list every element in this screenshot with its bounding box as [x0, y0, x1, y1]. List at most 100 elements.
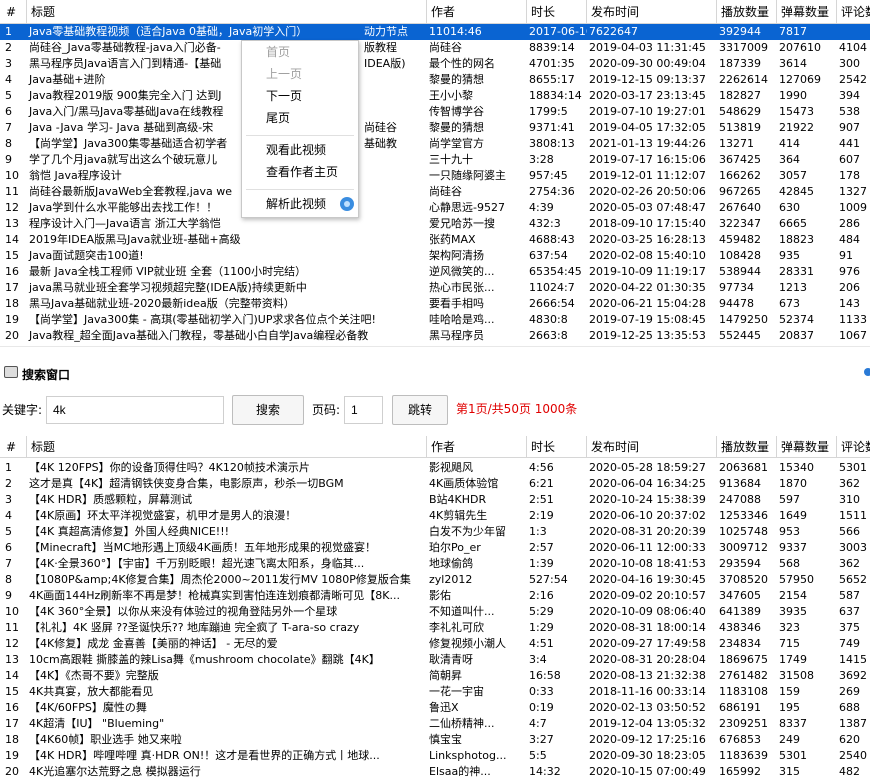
row-duration: 957:45: [529, 169, 568, 182]
row-title: 【4K 360°全景】以你从来没有体验过的视角登陆另外一个星球: [29, 605, 338, 618]
row-duration: 4688:43: [529, 233, 575, 246]
row-danmaku: 8337: [779, 717, 807, 730]
table-row[interactable]: 13 程序设计入门—Java语言 浙江大学翁恺 爱兄哈苏一搜 432:3 2018-09…: [0, 216, 870, 232]
table-row[interactable]: IDEA版) 3 黑马程序员Java语言入门到精通-【基础 最个性的网名 4701:35…: [0, 56, 870, 72]
row-comments: 310: [839, 493, 860, 506]
row-publish-time: 2020-05-28 18:59:27: [589, 461, 706, 474]
row-danmaku: 42845: [779, 185, 814, 198]
table-row[interactable]: 12 Java学到什么水平能够出去找工作！！ 心静思远-9527 4:39 2020-0…: [0, 200, 870, 216]
table-row[interactable]: 8 【1080P&amp;4K修复合集】周杰伦2000~2011发行MV 1080…: [0, 572, 870, 588]
menu-next-page[interactable]: 下一页: [266, 87, 302, 105]
table-row[interactable]: 18 黑马Java基础就业班-2020最新idea版（完整带资料） 要看手相吗 266…: [0, 296, 870, 312]
row-danmaku: 6665: [779, 217, 807, 230]
col-title[interactable]: 标题: [27, 436, 427, 458]
table-row[interactable]: 15 Java面试题突击100道! 架构阿清扬 637:54 2020-02-08 15…: [0, 248, 870, 264]
jump-button[interactable]: 跳转: [392, 395, 448, 425]
col-author[interactable]: 作者: [427, 436, 527, 458]
row-author: 影佑: [429, 589, 451, 602]
table-row[interactable]: 6 【Minecraft】当MC地形遇上顶级4K画质！五年地形成果的视觉盛宴！ 珀尔…: [0, 540, 870, 556]
col-title[interactable]: 标题: [27, 0, 427, 24]
col-comments[interactable]: 评论数: [837, 436, 870, 458]
table-row[interactable]: 15 4K共真宴，放大都能看见 一花一宇宙 0:33 2018-11-16 00:33:…: [0, 684, 870, 700]
table-row[interactable]: 19 【尚学堂】Java300集 - 高琪(零基础初学入门)UP求求各位点个关注吧…: [0, 312, 870, 328]
table-row[interactable]: 7 【4K·全景360°】【宇宙】千万别眨眼！超光速飞离太阳系，身临其... 地球偷…: [0, 556, 870, 572]
search-button[interactable]: 搜索: [232, 395, 304, 425]
col-plays[interactable]: 播放数量: [717, 0, 777, 24]
table-row[interactable]: 11 尚硅谷最新版JavaWeb全套教程,java we 尚硅谷 2754:36 202…: [0, 184, 870, 200]
menu-first-page[interactable]: 首页: [266, 43, 290, 61]
table-row[interactable]: 6 Java入门/黑马Java零基础Java在线教程 传智博学谷 1799:5 2019…: [0, 104, 870, 120]
row-author: 王小小黎: [429, 89, 473, 102]
row-author: 慎宝宝: [429, 733, 462, 746]
row-index: 17: [5, 717, 19, 730]
table-row[interactable]: 17 java黑马就业班全套学习视频超完整(IDEA版)持续更新中 热心市民张...…: [0, 280, 870, 296]
table-row[interactable]: 19 【4K HDR】哔哩哔哩 真·HDR ON!！这才是看世界的正确方式丨地球.…: [0, 748, 870, 764]
table-row[interactable]: 18 【4K60帧】职业选手 她又来啦 慎宝宝 3:27 2020-09-12 17:2…: [0, 732, 870, 748]
table-row[interactable]: 动力节点 1 Java零基础教程视频（适合Java 0基础，Java初学入门） 110…: [0, 24, 870, 40]
row-plays: 182827: [719, 89, 761, 102]
row-author: 影视飓风: [429, 461, 473, 474]
table-row[interactable]: 14 2019年IDEA版黑马Java就业班-基础+高级 张药MAX 4688:43 2…: [0, 232, 870, 248]
row-plays: 165992: [719, 765, 761, 778]
menu-parse-video[interactable]: 解析此视频: [266, 195, 326, 213]
row-danmaku: 7817: [779, 25, 807, 38]
row-danmaku: 3935: [779, 605, 807, 618]
menu-watch-video[interactable]: 观看此视频: [266, 141, 326, 159]
table-row[interactable]: 17 4K超清【IU】 "Blueming" 二仙桥精神... 4:7 2019-12-…: [0, 716, 870, 732]
row-danmaku: 935: [779, 249, 800, 262]
table-row[interactable]: 基础教 8 【尚学堂】Java300集零基础适合初学者 尚学堂官方 3808:13 202…: [0, 136, 870, 152]
table-row[interactable]: 20 Java教程_超全面Java基础入门教程，零基础小白自学Java编程必备教 黑…: [0, 328, 870, 344]
table-row[interactable]: 10 【4K 360°全景】以你从来没有体验过的视角登陆另外一个星球 不知道叫什..…: [0, 604, 870, 620]
table-row[interactable]: 版教程 2 尚硅谷_Java零基础教程-java入门必备- 尚硅谷 8839:14 201…: [0, 40, 870, 56]
row-duration: 637:54: [529, 249, 568, 262]
row-title: Java教程_超全面Java基础入门教程，零基础小白自学Java编程必备教: [29, 329, 369, 342]
table-row[interactable]: 11 【礼礼】4K 竖屏 ??圣诞快乐?? 地库蹦迪 完全疯了 T-ara-so …: [0, 620, 870, 636]
row-index: 11: [5, 185, 19, 198]
menu-prev-page[interactable]: 上一页: [266, 65, 302, 83]
table-row[interactable]: 4 【4K原画】环太平洋视觉盛宴，机甲才是男人的浪漫！ 4K剪辑先生 2:19 2020…: [0, 508, 870, 524]
table-row[interactable]: 13 10cm高跟鞋 撕膝盖的辣Lisa舞《mushroom chocolate》…: [0, 652, 870, 668]
col-plays[interactable]: 播放数量: [717, 436, 777, 458]
row-index: 7: [5, 121, 12, 134]
row-index: 19: [5, 313, 19, 326]
table-row[interactable]: 2 这才是真【4K】超清钢铁侠变身合集，电影原声，秒杀一切BGM 4K画质体验馆 6:…: [0, 476, 870, 492]
table-row[interactable]: 3 【4K HDR】质感颗粒，屏幕测试 B站4KHDR 2:51 2020-10-24 …: [0, 492, 870, 508]
row-author: Elsaa的神...: [429, 765, 491, 778]
table-row[interactable]: 16 【4K/60FPS】魔性の舞 鲁迅X 0:19 2020-02-13 03:50:…: [0, 700, 870, 716]
menu-last-page[interactable]: 尾页: [266, 109, 290, 127]
col-index[interactable]: #: [0, 436, 27, 458]
row-author: 李礼礼可欣: [429, 621, 484, 634]
row-author: 简朝昇: [429, 669, 462, 682]
table-row[interactable]: 12 【4K修复】成龙 金喜善【美丽的神话】 - 无尽的爱 修复视频小潮人 4:51 2…: [0, 636, 870, 652]
row-comments: 907: [839, 121, 860, 134]
table-row[interactable]: 尚硅谷 7 Java -Java 学习- Java 基础到高级-宋 黎曼的猜想 9371…: [0, 120, 870, 136]
table-row[interactable]: 5 【4K 真超高清修复】外国人经典NICE!!! 白发不为少年留 1:3 2020-0…: [0, 524, 870, 540]
col-publish-time[interactable]: 发布时间: [587, 0, 717, 24]
row-duration: 16:58: [529, 669, 561, 682]
col-comments[interactable]: 评论数: [837, 0, 870, 24]
table-row[interactable]: 10 翁恺 Java程序设计 一只随缘阿婆主 957:45 2019-12-01 11:…: [0, 168, 870, 184]
col-index[interactable]: #: [0, 0, 27, 24]
table-row[interactable]: 5 Java教程2019版 900集完全入门 达到J 王小小黎 18834:14 202…: [0, 88, 870, 104]
row-index: 9: [5, 153, 12, 166]
col-danmaku[interactable]: 弹幕数量: [777, 0, 837, 24]
row-publish-time: 2020-06-11 12:00:33: [589, 541, 706, 554]
table-row[interactable]: 9 4K画面144Hz刷新率不再是梦！枪械真实到害怕连连划痕都清晰可见【8K...…: [0, 588, 870, 604]
row-comments: 441: [839, 137, 860, 150]
menu-author-home[interactable]: 查看作者主页: [266, 163, 338, 181]
table-row[interactable]: 9 学了几个月java就写出这么个破玩意儿 三十九十 3:28 2019-07-17 1…: [0, 152, 870, 168]
table-row[interactable]: 4 Java基础+进阶 黎曼的猜想 8655:17 2019-12-15 09:13:3…: [0, 72, 870, 88]
keyword-input[interactable]: [46, 396, 224, 424]
col-publish-time[interactable]: 发布时间: [587, 436, 717, 458]
col-duration[interactable]: 时长: [527, 436, 587, 458]
table-row[interactable]: 20 4K光追塞尔达荒野之息 模拟器运行 Elsaa的神... 14:32 2020-1…: [0, 764, 870, 780]
table-row[interactable]: 14 【4K】《杰哥不要》完整版 简朝昇 16:58 2020-08-13 21:32:…: [0, 668, 870, 684]
col-danmaku[interactable]: 弹幕数量: [777, 436, 837, 458]
col-author[interactable]: 作者: [427, 0, 527, 24]
pin-icon[interactable]: [864, 368, 870, 376]
page-input[interactable]: [344, 396, 383, 424]
table-row[interactable]: 16 最新 Java全栈工程师 VIP就业班 全套（1100小时完结） 逆风微笑的.…: [0, 264, 870, 280]
row-plays: 1025748: [719, 525, 768, 538]
table-row[interactable]: 1 【4K 120FPS】你的设备顶得住吗？4K120帧技术演示片 影视飓风 4:56…: [0, 460, 870, 476]
col-duration[interactable]: 时长: [527, 0, 587, 24]
